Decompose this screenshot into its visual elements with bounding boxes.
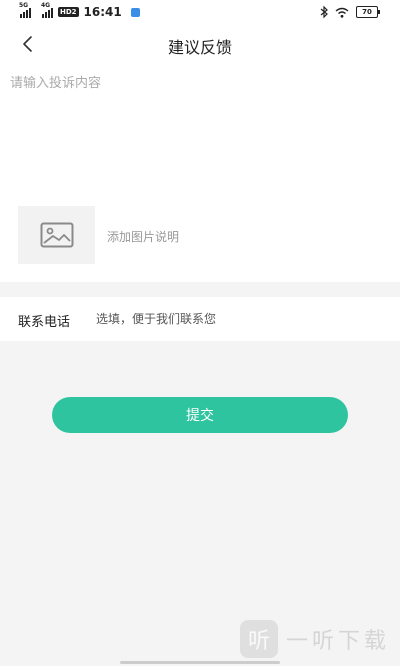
- signal-tag: 5G: [19, 2, 29, 9]
- add-image-button[interactable]: [18, 206, 95, 264]
- image-hint-label: 添加图片说明: [107, 230, 180, 244]
- submit-button-label: 提交: [186, 408, 214, 424]
- contact-row: 联系电话: [0, 297, 400, 341]
- image-icon: [40, 222, 73, 248]
- contact-phone-input[interactable]: [96, 309, 386, 329]
- bluetooth-icon: [320, 6, 328, 18]
- watermark-logo: 听: [240, 620, 278, 658]
- watermark-logo-char: 听: [247, 629, 270, 654]
- battery-icon: 70: [356, 6, 380, 18]
- feedback-card: 添加图片说明: [0, 64, 400, 282]
- home-indicator[interactable]: [120, 661, 280, 664]
- complaint-content-input[interactable]: [10, 72, 390, 192]
- page-title: 建议反馈: [167, 38, 232, 57]
- status-bar-left: 5G 4G HD2 16:41: [19, 2, 140, 20]
- nav-bar: 建议反馈: [0, 24, 400, 64]
- signal-icon: 4G: [41, 2, 53, 18]
- signal-icon: 5G: [19, 2, 31, 18]
- status-time: 16:41: [83, 5, 122, 19]
- status-bar: 5G 4G HD2 16:41 70: [0, 0, 400, 24]
- hd-icon: HD2: [58, 7, 79, 17]
- wifi-icon: [335, 7, 349, 18]
- watermark-text: 一听下载: [286, 629, 391, 654]
- submit-button[interactable]: 提交: [52, 397, 348, 433]
- status-bar-right: 70: [320, 4, 380, 20]
- signal-tag: 4G: [41, 2, 51, 9]
- contact-phone-label: 联系电话: [18, 315, 71, 330]
- watermark: 听 一听下载: [240, 620, 390, 658]
- app-notification-icon: [130, 7, 140, 17]
